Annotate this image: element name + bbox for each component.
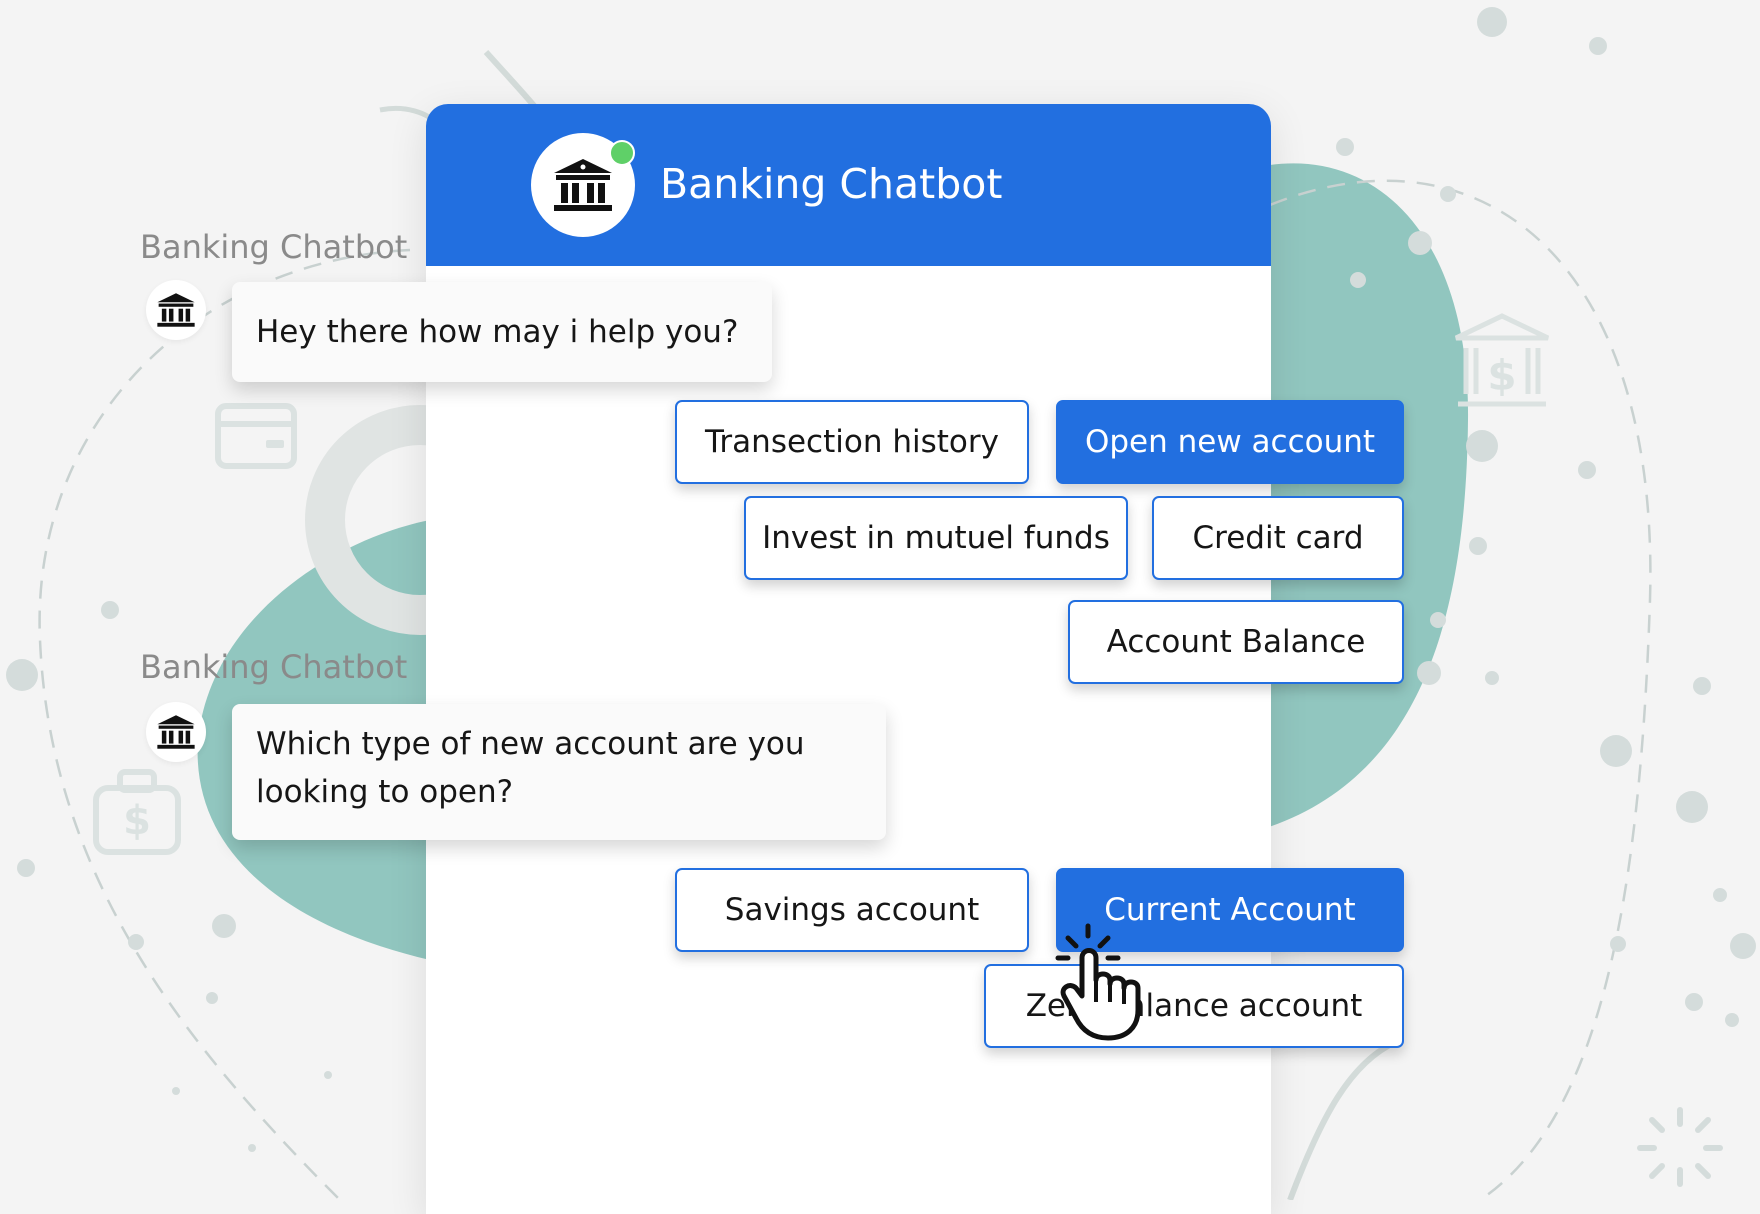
scribble-2 bbox=[1287, 1037, 1402, 1200]
sparkle bbox=[1637, 1107, 1723, 1187]
quick-reply-transaction-history[interactable]: Transection history bbox=[675, 400, 1029, 484]
quick-reply-zero-balance-account[interactable]: Zero balance account bbox=[984, 964, 1404, 1048]
quick-reply-savings-account[interactable]: Savings account bbox=[675, 868, 1029, 952]
credit-card-icon bbox=[215, 403, 297, 469]
quick-reply-open-new-account[interactable]: Open new account bbox=[1056, 400, 1404, 484]
sender-name: Banking Chatbot bbox=[140, 648, 408, 686]
chat-header: Banking Chatbot bbox=[426, 104, 1271, 266]
sender-name: Banking Chatbot bbox=[140, 228, 408, 266]
quick-reply-account-balance[interactable]: Account Balance bbox=[1068, 600, 1404, 684]
bank-icon bbox=[157, 715, 195, 749]
bot-avatar bbox=[146, 280, 206, 340]
bank-icon bbox=[157, 293, 195, 327]
money-bag-icon: $ bbox=[93, 769, 181, 855]
svg-text:$: $ bbox=[123, 798, 151, 844]
bot-message: Hey there how may i help you? bbox=[232, 282, 772, 382]
chat-title: Banking Chatbot bbox=[660, 160, 1003, 208]
bot-message: Which type of new account are you lookin… bbox=[232, 704, 886, 840]
bank-icon bbox=[554, 159, 612, 211]
bot-avatar bbox=[146, 702, 206, 762]
bank-dollar-icon: $ bbox=[1454, 313, 1550, 407]
svg-text:$: $ bbox=[1487, 351, 1516, 400]
quick-reply-credit-card[interactable]: Credit card bbox=[1152, 496, 1404, 580]
quick-reply-invest-mutual-funds[interactable]: Invest in mutuel funds bbox=[744, 496, 1128, 580]
online-status-dot bbox=[609, 140, 635, 166]
hand-cursor-icon bbox=[1055, 923, 1141, 1041]
